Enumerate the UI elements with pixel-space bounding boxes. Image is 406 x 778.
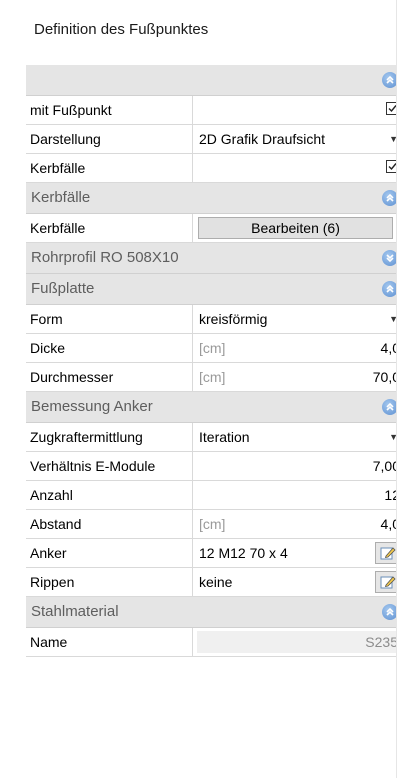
property-grid: mit Fußpunkt Darstellung 2D Grafik Drauf… (26, 65, 406, 657)
row-verhaeltnis: Verhältnis E-Module 7,00 (26, 452, 406, 481)
property-panel: Definition des Fußpunktes mit Fußpunkt D… (21, 0, 406, 778)
zugkraft-select[interactable]: Iteration ▼ (193, 423, 406, 451)
row-label: Kerbfälle (26, 154, 193, 182)
anzahl-input[interactable]: 12 (193, 481, 406, 509)
row-abstand: Abstand [cm] 4,0 (26, 510, 406, 539)
section-title: Kerbfälle (31, 189, 91, 206)
bearbeiten-button[interactable]: Bearbeiten (6) (198, 217, 393, 239)
section-general[interactable] (26, 65, 406, 96)
row-label: Darstellung (26, 125, 193, 153)
row-kerbfaelle-edit: Kerbfälle Bearbeiten (6) (26, 214, 406, 243)
material-name-value: S235 (197, 631, 402, 653)
section-title: Rohrprofil RO 508X10 (31, 249, 179, 266)
row-label: Name (26, 628, 193, 656)
section-rohrprofil[interactable]: Rohrprofil RO 508X10 (26, 243, 406, 274)
edit-icon (380, 576, 396, 589)
rippen-value: keine (199, 574, 233, 590)
edit-icon (380, 547, 396, 560)
row-dicke: Dicke [cm] 4,0 (26, 334, 406, 363)
unit-label: [cm] (199, 516, 226, 532)
abstand-input[interactable]: [cm] 4,0 (193, 510, 406, 538)
row-label: Durchmesser (26, 363, 193, 391)
section-kerbfaelle[interactable]: Kerbfälle (26, 183, 406, 214)
dialog-title: Definition des Fußpunktes (34, 21, 209, 38)
row-label: Abstand (26, 510, 193, 538)
row-name: Name S235 (26, 628, 406, 657)
row-anker: Anker 12 M12 70 x 4 (26, 539, 406, 568)
darstellung-value: 2D Grafik Draufsicht (199, 131, 326, 147)
section-title: Bemessung Anker (31, 398, 153, 415)
row-label: Anzahl (26, 481, 193, 509)
row-label: Verhältnis E-Module (26, 452, 193, 480)
durchmesser-input[interactable]: [cm] 70,0 (193, 363, 406, 391)
row-rippen: Rippen keine (26, 568, 406, 597)
row-kerbfaelle-check: Kerbfälle (26, 154, 406, 183)
row-label: Zugkraftermittlung (26, 423, 193, 451)
dicke-input[interactable]: [cm] 4,0 (193, 334, 406, 362)
row-label: Kerbfälle (26, 214, 193, 242)
vertical-scrollbar[interactable] (396, 0, 406, 778)
zugkraft-value: Iteration (199, 429, 250, 445)
row-darstellung: Darstellung 2D Grafik Draufsicht ▼ (26, 125, 406, 154)
form-select[interactable]: kreisförmig ▼ (193, 305, 406, 333)
row-durchmesser: Durchmesser [cm] 70,0 (26, 363, 406, 392)
row-anzahl: Anzahl 12 (26, 481, 406, 510)
section-title: Stahlmaterial (31, 603, 119, 620)
row-form: Form kreisförmig ▼ (26, 305, 406, 334)
row-mit-fusspunkt: mit Fußpunkt (26, 96, 406, 125)
row-label: Anker (26, 539, 193, 567)
row-zugkraft: Zugkraftermittlung Iteration ▼ (26, 423, 406, 452)
verhaeltnis-input[interactable]: 7,00 (193, 452, 406, 480)
row-label: Form (26, 305, 193, 333)
form-value: kreisförmig (199, 311, 268, 327)
section-stahlmaterial[interactable]: Stahlmaterial (26, 597, 406, 628)
anker-value: 12 M12 70 x 4 (199, 545, 288, 561)
row-label: Rippen (26, 568, 193, 596)
darstellung-select[interactable]: 2D Grafik Draufsicht ▼ (193, 125, 406, 153)
section-title: Fußplatte (31, 280, 95, 297)
row-label: Dicke (26, 334, 193, 362)
section-fussplatte[interactable]: Fußplatte (26, 274, 406, 305)
unit-label: [cm] (199, 340, 226, 356)
row-label: mit Fußpunkt (26, 96, 193, 124)
unit-label: [cm] (199, 369, 226, 385)
section-bemessung-anker[interactable]: Bemessung Anker (26, 392, 406, 423)
